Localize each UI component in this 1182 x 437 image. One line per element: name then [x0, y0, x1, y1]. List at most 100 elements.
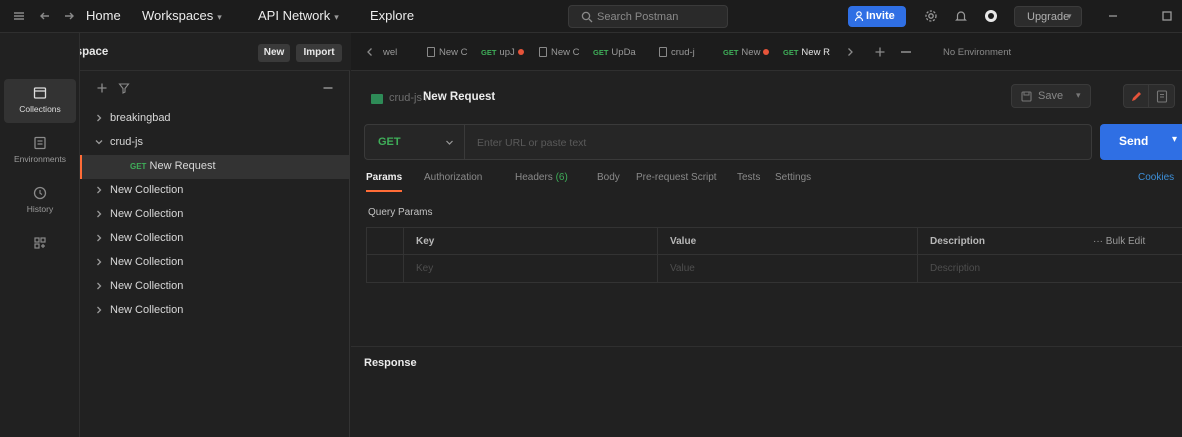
- chevron-down-icon: ▾: [1076, 90, 1081, 100]
- rail-item-environments[interactable]: Environments: [4, 129, 76, 173]
- menu-icon[interactable]: [12, 9, 26, 23]
- chevron-right-icon[interactable]: [843, 45, 857, 59]
- search-input[interactable]: Search Postman: [568, 5, 728, 28]
- tab-authorization[interactable]: Authorization: [424, 172, 482, 183]
- url-bar: GET: [364, 124, 1092, 160]
- collection-item[interactable]: New Collection: [80, 251, 349, 275]
- tab-settings[interactable]: Settings: [775, 172, 811, 183]
- environment-selector[interactable]: No Environment: [943, 47, 1011, 61]
- collection-item[interactable]: New Collection: [80, 179, 349, 203]
- method-badge: GET: [723, 48, 739, 57]
- column-header-description: Description: [917, 228, 1087, 255]
- tab-item[interactable]: GET UpDa: [593, 47, 636, 61]
- minimize-icon[interactable]: [1106, 9, 1120, 23]
- request-item[interactable]: GET New Request: [80, 155, 349, 179]
- chevron-down-icon: ▾: [1172, 134, 1178, 145]
- tab-pre-request-script[interactable]: Pre-request Script: [636, 172, 717, 183]
- tab-item[interactable]: GET New: [723, 47, 770, 61]
- edit-button[interactable]: [1123, 84, 1149, 108]
- tab-tests[interactable]: Tests: [737, 172, 760, 183]
- table-row: Key Value Description: [367, 255, 1182, 282]
- tab-body[interactable]: Body: [597, 172, 620, 183]
- url-input[interactable]: [477, 136, 1077, 150]
- tab-item[interactable]: crud-j: [659, 47, 695, 61]
- chevron-right-icon: [94, 113, 104, 123]
- documentation-button[interactable]: [1149, 84, 1175, 108]
- import-button[interactable]: Import: [296, 44, 342, 62]
- new-tab-plus-icon[interactable]: [873, 45, 887, 59]
- save-button[interactable]: Save ▾: [1011, 84, 1091, 108]
- tab-item-active[interactable]: GET New R: [783, 47, 830, 61]
- tab-item[interactable]: GET upJ: [481, 47, 524, 61]
- apps-icon: [32, 235, 48, 251]
- query-params-table: Key Value Description ··· Bulk Edit Key …: [366, 227, 1182, 283]
- method-badge: GET: [130, 162, 147, 171]
- bell-icon[interactable]: [954, 9, 968, 23]
- nav-api-network[interactable]: API Network ▾: [258, 8, 339, 23]
- cookies-link[interactable]: Cookies: [1138, 172, 1174, 183]
- new-button[interactable]: New: [258, 44, 290, 62]
- unsaved-dot: [763, 49, 770, 55]
- collection-item[interactable]: New Collection: [80, 275, 349, 299]
- key-input[interactable]: Key: [403, 255, 657, 282]
- chevron-down-icon: ▾: [334, 12, 339, 22]
- request-header: crud-js / New Request Save ▾: [351, 71, 1182, 119]
- invite-button[interactable]: Invite: [848, 6, 906, 27]
- page-title[interactable]: New Request: [423, 91, 495, 103]
- description-input[interactable]: Description: [917, 255, 1182, 282]
- rail-item-history[interactable]: History: [4, 179, 76, 223]
- method-badge: GET: [593, 48, 609, 57]
- search-placeholder: Search Postman: [597, 11, 679, 23]
- collection-item[interactable]: crud-js: [80, 131, 349, 155]
- environments-icon: [32, 135, 48, 151]
- rail-item-label: History: [26, 204, 54, 214]
- tab-headers[interactable]: Headers (6): [515, 172, 568, 183]
- chevron-left-icon[interactable]: [363, 45, 377, 59]
- send-label: Send: [1119, 134, 1149, 148]
- rail-item-apps[interactable]: [4, 229, 76, 273]
- collection-label: New Collection: [110, 184, 184, 196]
- forward-arrow-icon[interactable]: [62, 9, 76, 23]
- more-options-icon[interactable]: [322, 82, 334, 94]
- tab-item[interactable]: wel: [383, 47, 397, 61]
- tab-item[interactable]: New C: [427, 47, 468, 61]
- response-divider[interactable]: [351, 346, 1182, 347]
- filter-icon[interactable]: [118, 82, 130, 94]
- chevron-down-icon: [445, 138, 454, 147]
- method-select[interactable]: GET: [365, 125, 465, 159]
- chevron-down-icon: ▾: [217, 12, 222, 22]
- request-tab-strip: wel New C GET upJ New C GET UpDa crud-j GE…: [351, 33, 1182, 71]
- chevron-right-icon: [94, 257, 104, 267]
- method-value: GET: [378, 136, 401, 148]
- nav-workspaces[interactable]: Workspaces ▾: [142, 8, 222, 23]
- invite-label: Invite: [866, 10, 895, 22]
- headers-count: (6): [555, 172, 568, 183]
- collection-label: New Collection: [110, 208, 184, 220]
- nav-explore[interactable]: Explore: [370, 8, 414, 23]
- tab-params[interactable]: Params: [366, 172, 402, 183]
- left-rail: Collections Environments History: [0, 33, 80, 437]
- collection-item[interactable]: New Collection: [80, 299, 349, 323]
- rail-item-collections[interactable]: Collections: [4, 79, 76, 123]
- send-button[interactable]: Send ▾: [1100, 124, 1182, 160]
- maximize-icon[interactable]: [1160, 9, 1174, 23]
- chevron-down-icon: [94, 137, 104, 147]
- bulk-edit-button[interactable]: ··· Bulk Edit: [1093, 236, 1145, 247]
- chevron-right-icon: [94, 209, 104, 219]
- value-input[interactable]: Value: [657, 255, 917, 282]
- settings-icon[interactable]: [924, 9, 938, 23]
- plus-icon[interactable]: [96, 82, 108, 94]
- column-header-value: Value: [657, 228, 917, 255]
- avatar[interactable]: [984, 9, 998, 23]
- collection-item[interactable]: breakingbad: [80, 107, 349, 131]
- nav-home[interactable]: Home: [86, 8, 121, 23]
- collection-item[interactable]: New Collection: [80, 203, 349, 227]
- collection-item[interactable]: New Collection: [80, 227, 349, 251]
- back-arrow-icon[interactable]: [38, 9, 52, 23]
- more-tabs-icon[interactable]: [899, 45, 913, 59]
- tab-item[interactable]: New C: [539, 47, 580, 61]
- save-label: Save: [1038, 90, 1064, 102]
- upgrade-button[interactable]: Upgrade ▾: [1014, 6, 1082, 27]
- upgrade-label: Upgrade: [1027, 11, 1070, 23]
- document-icon: [1156, 90, 1168, 103]
